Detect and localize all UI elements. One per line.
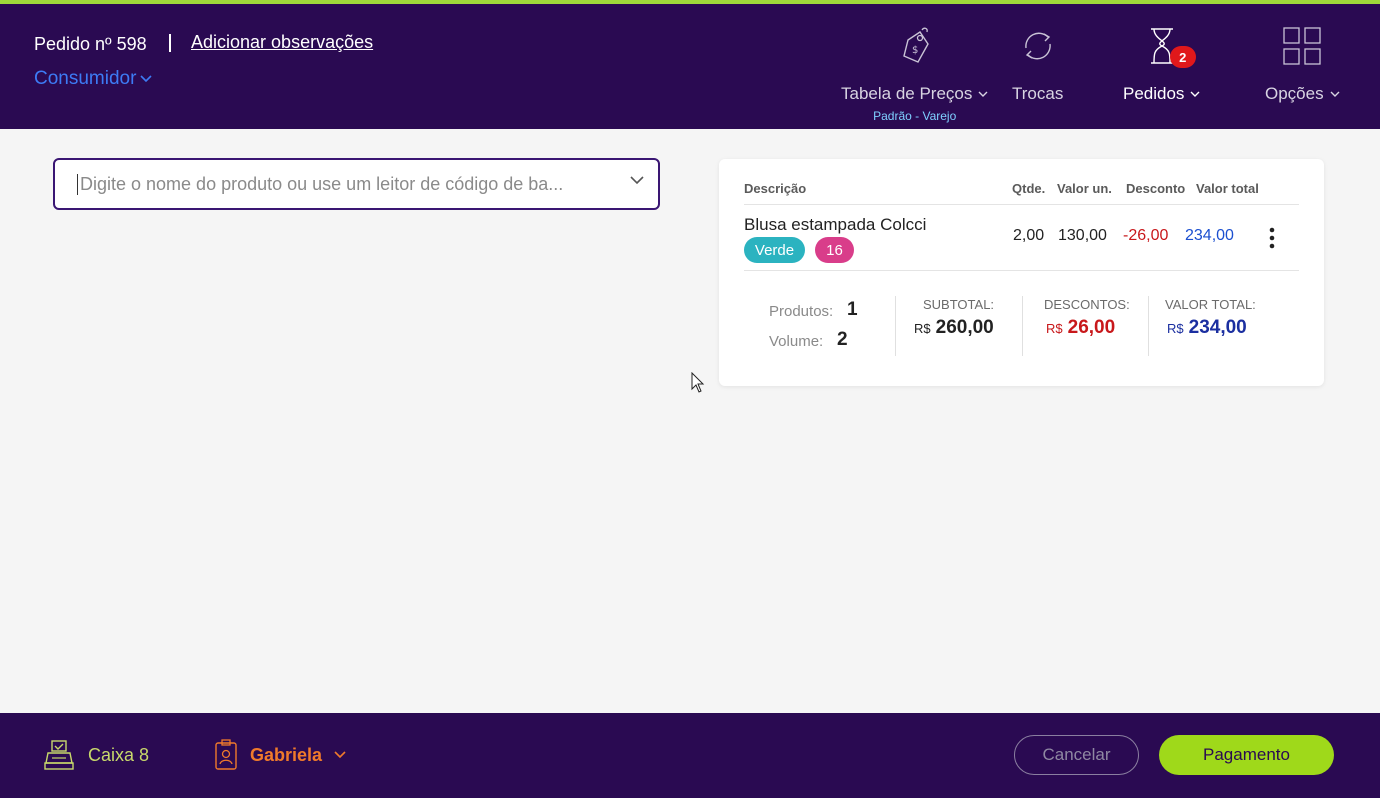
svg-text:$: $: [912, 45, 918, 56]
chevron-down-icon: [1190, 91, 1200, 97]
size-tag: 16: [815, 237, 854, 263]
color-tag: Verde: [744, 237, 805, 263]
grid-icon: [1280, 24, 1324, 68]
discounts-value: 26,00: [1067, 317, 1116, 338]
total-amount: R$ 234,00: [1167, 317, 1247, 339]
subtotal-amount: R$ 260,00: [914, 317, 994, 339]
mouse-pointer-icon: [691, 372, 705, 393]
chevron-down-icon[interactable]: [630, 176, 644, 185]
products-count-value: 1: [847, 299, 858, 320]
item-unit-price: 130,00: [1058, 227, 1107, 244]
total-label: VALOR TOTAL:: [1165, 297, 1256, 312]
col-total: Valor total: [1196, 181, 1259, 196]
subtotal-value: 260,00: [935, 317, 994, 338]
volume-value: 2: [837, 329, 848, 350]
nav-exchanges[interactable]: Trocas: [1012, 24, 1063, 104]
cash-register-info: Caixa 8: [44, 739, 149, 771]
user-selector[interactable]: Gabriela: [214, 739, 346, 771]
chevron-down-icon: [334, 751, 346, 759]
refresh-icon: [1016, 24, 1060, 68]
consumer-label: Consumidor: [34, 68, 137, 89]
orders-badge: 2: [1169, 46, 1196, 68]
product-search[interactable]: [53, 158, 660, 210]
nav-price-table-label: Tabela de Preços: [841, 84, 973, 103]
product-name: Blusa estampada Colcci: [744, 215, 927, 234]
item-total: 234,00: [1185, 227, 1234, 244]
cancel-button[interactable]: Cancelar: [1014, 735, 1139, 775]
discounts-currency: R$: [1046, 321, 1063, 336]
cart-card: Descrição Qtde. Valor un. Desconto Valor…: [719, 159, 1324, 386]
subtotal-label: SUBTOTAL:: [923, 297, 995, 312]
discounts-amount: R$ 26,00: [1046, 317, 1115, 339]
divider: [1148, 296, 1149, 356]
divider: [1022, 296, 1023, 356]
user-name: Gabriela: [250, 744, 323, 765]
subtotal-currency: R$: [914, 321, 931, 336]
header-bar: Pedido nº 598 Adicionar observações Cons…: [0, 4, 1380, 129]
divider: [744, 204, 1299, 205]
nav-options-label: Opções: [1265, 84, 1324, 103]
consumer-selector[interactable]: Consumidor: [34, 68, 153, 90]
payment-button[interactable]: Pagamento: [1159, 735, 1334, 775]
nav-options[interactable]: Opções: [1265, 24, 1340, 104]
footer-bar: Caixa 8 Gabriela Cancelar Pagamento: [0, 713, 1380, 798]
nav-price-table[interactable]: $ Tabela de Preços Padrão - Varejo: [841, 24, 988, 123]
products-count-label: Produtos:: [769, 303, 834, 320]
chevron-down-icon: [140, 75, 153, 83]
item-qty: 2,00: [1013, 227, 1045, 244]
register-label: Caixa 8: [88, 744, 150, 765]
discounts-label: DESCONTOS:: [1044, 297, 1130, 312]
cash-register-icon: [44, 740, 74, 770]
order-number: Pedido nº 598: [34, 34, 147, 54]
total-currency: R$: [1167, 321, 1184, 336]
volume-label: Volume:: [769, 333, 824, 350]
product-search-input[interactable]: [77, 173, 617, 195]
header-separator: [169, 34, 171, 52]
col-unit-price: Valor un.: [1057, 181, 1112, 196]
col-description: Descrição: [744, 181, 807, 196]
divider: [895, 296, 896, 356]
total-value: 234,00: [1188, 317, 1247, 338]
add-observations-link[interactable]: Adicionar observações: [191, 32, 373, 53]
nav-orders[interactable]: 2 Pedidos: [1123, 24, 1200, 104]
price-table-subtitle: Padrão - Varejo: [873, 109, 957, 123]
col-qty: Qtde.: [1012, 181, 1046, 196]
chevron-down-icon: [1330, 91, 1340, 97]
nav-orders-label: Pedidos: [1123, 84, 1185, 103]
chevron-down-icon: [978, 91, 988, 97]
hourglass-icon: 2: [1140, 24, 1196, 68]
divider: [744, 270, 1299, 271]
price-tag-icon: $: [893, 24, 937, 68]
nav-exchanges-label: Trocas: [1012, 84, 1064, 103]
item-discount: -26,00: [1123, 227, 1169, 244]
more-vertical-icon[interactable]: [1269, 227, 1275, 249]
id-badge-icon: [215, 739, 237, 770]
col-discount: Desconto: [1126, 181, 1186, 196]
